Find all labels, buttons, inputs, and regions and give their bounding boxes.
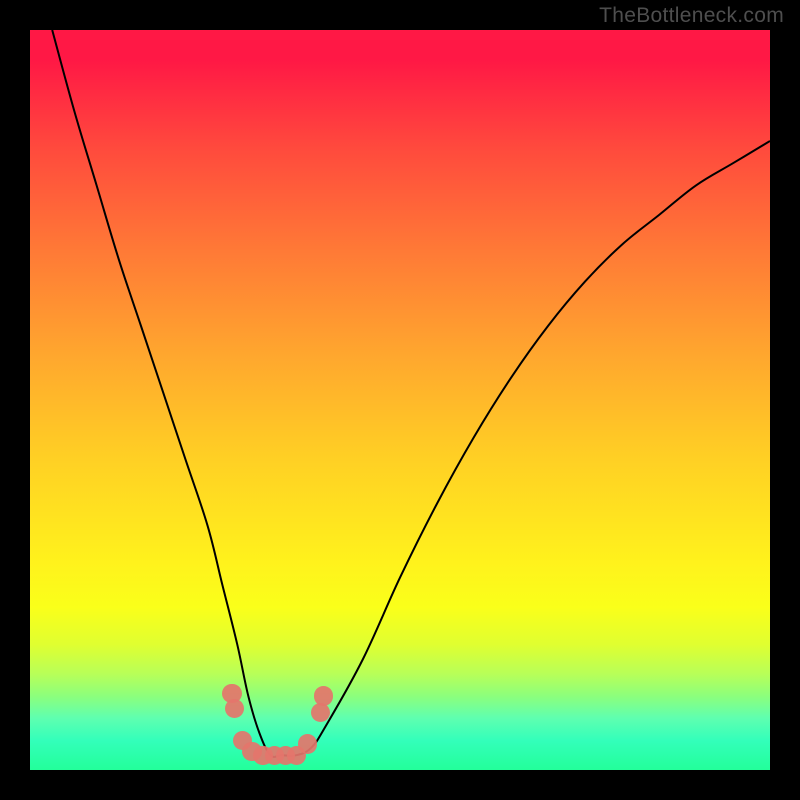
bottleneck-curve — [30, 30, 770, 770]
data-marker — [314, 686, 333, 705]
curve-path — [52, 30, 770, 757]
data-marker — [225, 699, 244, 718]
watermark-text: TheBottleneck.com — [599, 4, 784, 28]
chart-frame: TheBottleneck.com — [0, 0, 800, 800]
plot-area — [30, 30, 770, 770]
data-marker — [298, 734, 317, 753]
